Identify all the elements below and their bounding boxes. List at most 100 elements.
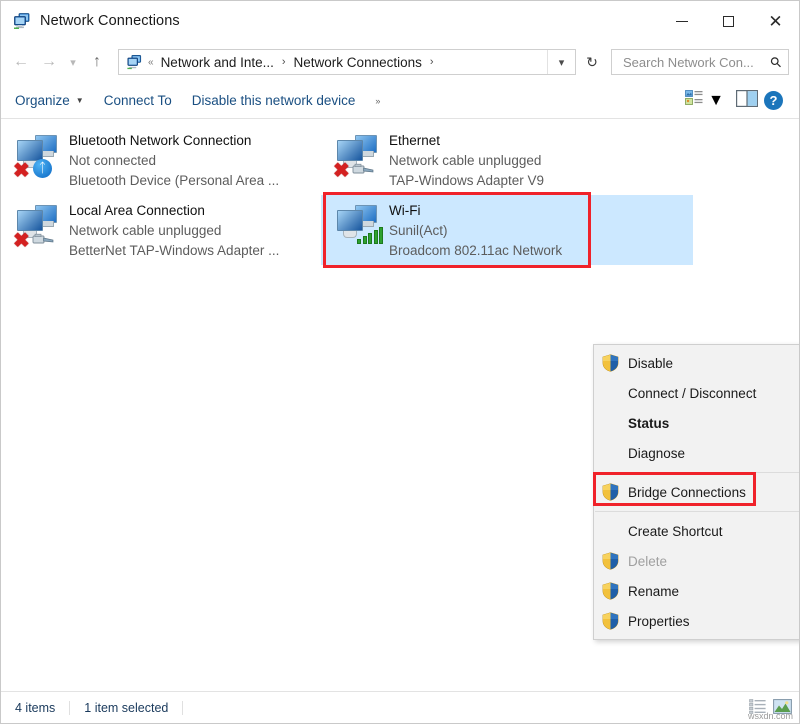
disable-this-network-device-button[interactable]: Disable this network device	[182, 88, 366, 113]
breadcrumb-network-icon	[126, 54, 143, 70]
menu-item-label: Disable	[628, 356, 673, 371]
menu-item-disable[interactable]: Disable	[594, 348, 799, 378]
refresh-button[interactable]: ↻	[578, 49, 606, 75]
error-x-icon: ✖	[333, 161, 350, 181]
close-icon: ✕	[768, 13, 782, 30]
shield-icon	[602, 582, 619, 600]
change-view-icon	[685, 90, 703, 111]
close-button[interactable]: ✕	[752, 1, 799, 41]
item-count-label: 4 items	[15, 701, 70, 715]
window-title: Network Connections	[40, 13, 180, 29]
connection-status: Network cable unplugged	[69, 221, 279, 241]
list-item-text: Bluetooth Network Connection Not connect…	[69, 131, 279, 191]
command-bar-overflow-button[interactable]: »	[365, 90, 389, 112]
list-item-ethernet[interactable]: ✖ Ethernet Network cable unplugged TAP-W…	[321, 125, 641, 195]
network-connections-window: Network Connections ✕ ← → ▾ ↑	[0, 0, 800, 724]
list-item-bluetooth-network-connection[interactable]: ✖ ᛏ Bluetooth Network Connection Not con…	[1, 125, 321, 195]
error-x-icon: ✖	[13, 161, 30, 181]
connection-name: Wi-Fi	[389, 201, 562, 221]
help-icon: ?	[770, 93, 778, 108]
list-item-wi-fi[interactable]: Wi-Fi Sunil(Act) Broadcom 802.11ac Netwo…	[321, 195, 641, 265]
command-bar: Organize ▼ Connect To Disable this netwo…	[1, 83, 799, 119]
selection-highlight-extension	[641, 195, 693, 265]
chevron-down-icon: ▼	[76, 96, 84, 105]
preview-pane-button[interactable]	[730, 86, 764, 116]
address-bar: ← → ▾ ↑ « Network and Inte... › Network …	[1, 41, 799, 83]
breadcrumb-dropdown-button[interactable]: ▾	[547, 50, 575, 74]
connection-adapter: Broadcom 802.11ac Network	[389, 241, 562, 261]
bluetooth-icon: ᛏ	[33, 159, 52, 178]
up-button[interactable]: ↑	[83, 48, 111, 76]
organize-button[interactable]: Organize ▼	[5, 88, 94, 113]
menu-item-delete: Delete	[594, 546, 799, 576]
watermark: wsxdn.com	[748, 711, 793, 721]
network-adapter-icon: ✖	[13, 203, 63, 251]
search-input[interactable]	[621, 54, 771, 71]
menu-item-label: Delete	[628, 554, 667, 569]
preview-pane-icon	[736, 90, 758, 112]
menu-item-create-shortcut[interactable]: Create Shortcut	[594, 516, 799, 546]
network-adapter-icon: ✖	[333, 133, 383, 181]
change-view-chevron-down-icon: ▼	[708, 92, 724, 110]
monitor-stand-shape	[343, 231, 357, 238]
recent-locations-button[interactable]: ▾	[63, 48, 83, 76]
network-adapter-icon	[333, 203, 383, 251]
shield-icon	[602, 612, 619, 630]
connection-adapter: Bluetooth Device (Personal Area ...	[69, 171, 279, 191]
menu-item-rename[interactable]: Rename	[594, 576, 799, 606]
help-button[interactable]: ?	[764, 91, 783, 110]
breadcrumb-item-network-and-internet[interactable]: Network and Inte...	[160, 53, 275, 72]
connection-status: Not connected	[69, 151, 279, 171]
context-menu[interactable]: Disable Connect / Disconnect Status Diag…	[593, 344, 799, 640]
connect-to-label: Connect To	[104, 93, 172, 108]
minimize-button[interactable]	[658, 1, 705, 41]
menu-item-bridge-connections[interactable]: Bridge Connections	[594, 477, 799, 507]
menu-item-diagnose[interactable]: Diagnose	[594, 438, 799, 468]
connection-name: Bluetooth Network Connection	[69, 131, 279, 151]
network-cable-icon	[31, 233, 55, 246]
selection-count-label: 1 item selected	[84, 701, 183, 715]
forward-button[interactable]: →	[35, 48, 63, 76]
breadcrumb-chevron-1[interactable]: ›	[275, 56, 293, 68]
list-item-text: Wi-Fi Sunil(Act) Broadcom 802.11ac Netwo…	[389, 201, 562, 261]
connection-adapter: TAP-Windows Adapter V9	[389, 171, 544, 191]
breadcrumb-leading-separator: «	[148, 57, 154, 68]
network-connections-icon	[13, 12, 31, 30]
maximize-button[interactable]	[705, 1, 752, 41]
menu-item-label: Bridge Connections	[628, 485, 746, 500]
list-item-local-area-connection[interactable]: ✖ Local Area Connection Network cable un…	[1, 195, 321, 265]
refresh-icon: ↻	[586, 54, 598, 71]
network-cable-icon	[351, 163, 375, 176]
monitor-front-shape	[17, 140, 43, 161]
signal-bars-icon	[357, 227, 383, 244]
menu-item-connect-disconnect[interactable]: Connect / Disconnect	[594, 378, 799, 408]
title-bar: Network Connections ✕	[1, 1, 799, 41]
breadcrumb-chevron-2[interactable]: ›	[423, 56, 441, 68]
menu-separator	[595, 472, 799, 473]
connect-to-button[interactable]: Connect To	[94, 88, 182, 113]
change-view-button[interactable]: ▼	[679, 86, 730, 115]
connection-name: Local Area Connection	[69, 201, 279, 221]
disable-device-label: Disable this network device	[192, 93, 356, 108]
window-controls: ✕	[658, 1, 799, 41]
back-button[interactable]: ←	[7, 48, 35, 76]
menu-item-label: Status	[628, 416, 669, 431]
menu-item-label: Diagnose	[628, 446, 685, 461]
monitor-front-shape	[17, 210, 43, 231]
network-adapter-icon: ✖ ᛏ	[13, 133, 63, 181]
maximize-icon	[723, 16, 734, 27]
menu-item-properties[interactable]: Properties	[594, 606, 799, 636]
monitor-front-shape	[337, 140, 363, 161]
breadcrumb-item-network-connections[interactable]: Network Connections	[293, 53, 423, 72]
search-box[interactable]: ⚲	[611, 49, 789, 75]
breadcrumb[interactable]: « Network and Inte... › Network Connecti…	[118, 49, 576, 75]
connection-status: Sunil(Act)	[389, 221, 562, 241]
list-item-text: Local Area Connection Network cable unpl…	[69, 201, 279, 261]
menu-item-status[interactable]: Status	[594, 408, 799, 438]
shield-icon	[602, 552, 619, 570]
menu-item-label: Rename	[628, 584, 679, 599]
connections-list[interactable]: ✖ ᛏ Bluetooth Network Connection Not con…	[1, 119, 799, 691]
connection-adapter: BetterNet TAP-Windows Adapter ...	[69, 241, 279, 261]
minimize-icon	[676, 21, 688, 22]
error-x-icon: ✖	[13, 231, 30, 251]
